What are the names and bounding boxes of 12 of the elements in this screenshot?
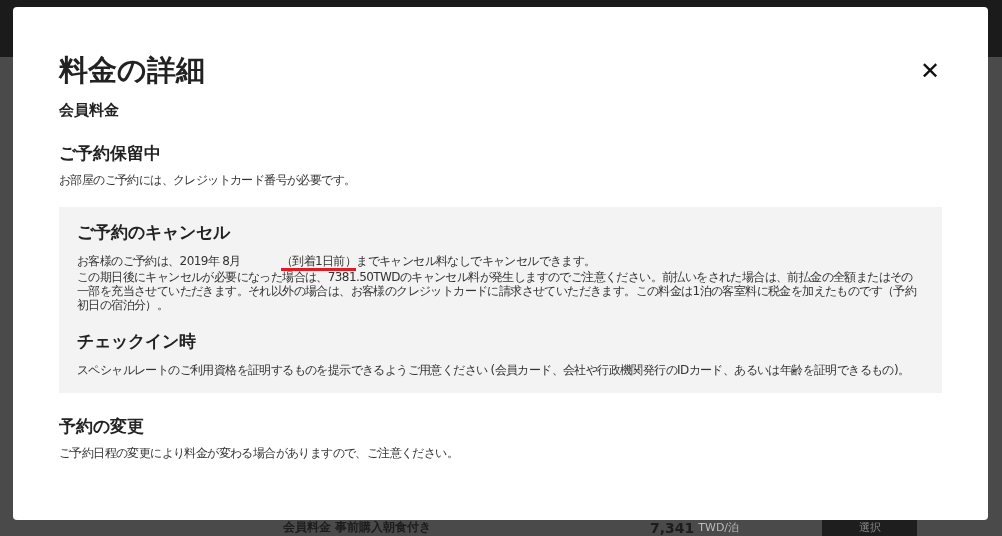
section-text: ご予約日程の変更により料金が変わる場合がありますので、ご注意ください。 <box>59 446 459 460</box>
dialog-subtitle: 会員料金 <box>59 101 120 120</box>
section-heading: ご予約保留中 <box>59 142 162 165</box>
cancel-deadline-text: お客様のご予約は、2019年 8月 （到着1日前）までキャンセル料なしでキャンセルできます。 <box>77 254 924 268</box>
dialog-title: 料金の詳細 <box>59 52 205 89</box>
section-heading: ご予約のキャンセル <box>77 221 232 244</box>
price-unit: TWD/泊 <box>698 520 740 535</box>
cancel-policy-text: この期日後にキャンセルが必要になった場合は、7381.50TWDのキャンセル料が発生しますのでご注意ください。前払いをされた場合は、前払金の全額またはその一部を充当させていただきます。それ以外の場合は、お客様のクレジットカードに請求させていただきます。この料金は1泊の客室料に税金を加えたものです（予約初日の宿泊分）。 <box>77 270 918 312</box>
section-text: スペシャルレートのご利用資格を証明するものを提示できるようご用意ください (会員カード、会社や行政機関発行のIDカード、あるいは年齢を証明できるもの)。 <box>77 363 911 377</box>
section-heading: 予約の変更 <box>59 415 145 438</box>
section-heading: チェックイン時 <box>77 330 197 353</box>
section-text: お部屋のご予約には、クレジットカード番号が必要です。 <box>59 173 357 187</box>
